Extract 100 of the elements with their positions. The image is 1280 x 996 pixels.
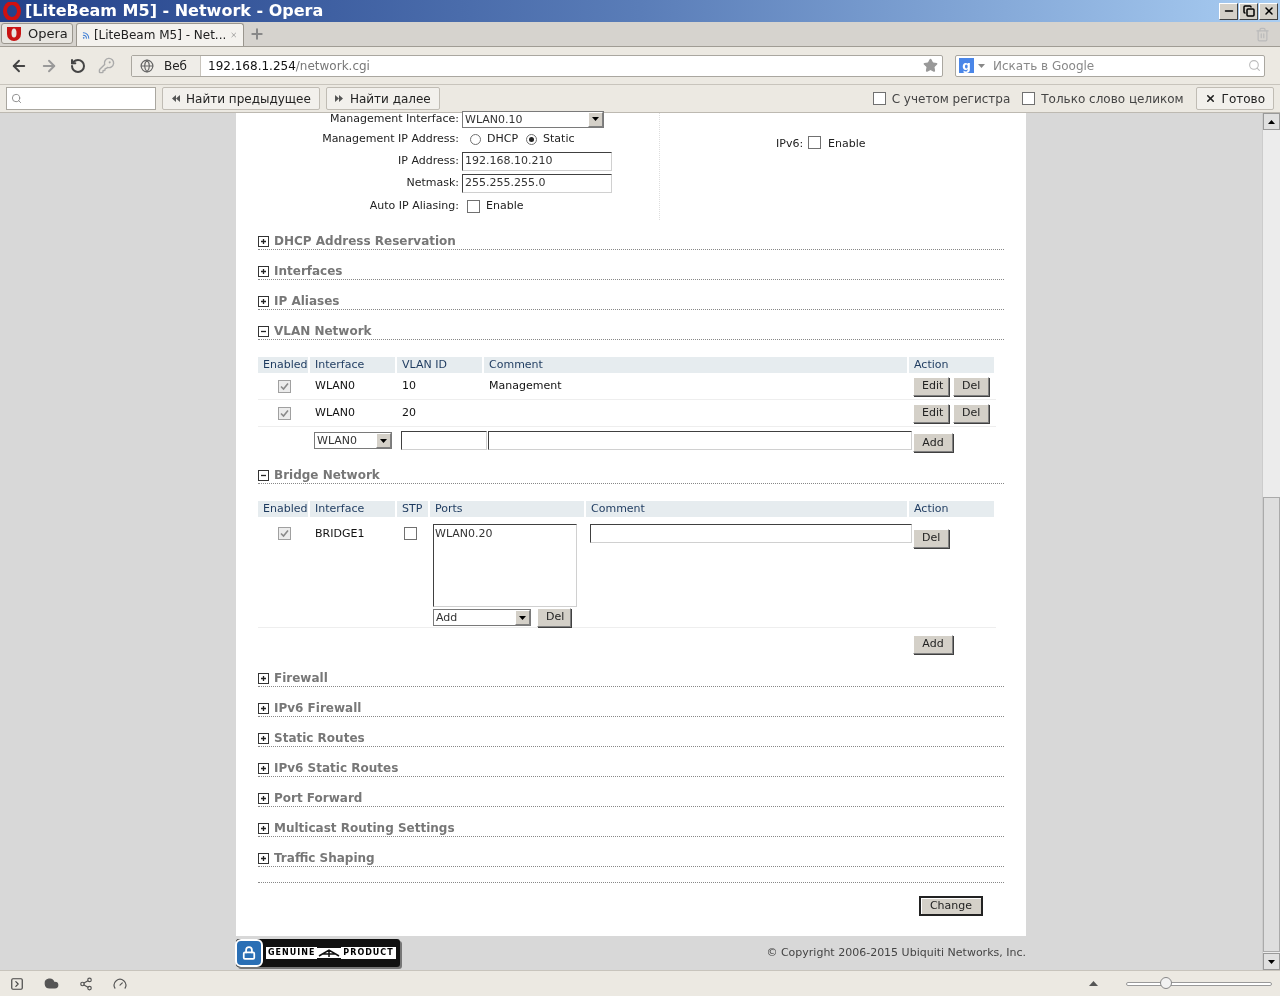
input-field[interactable]	[590, 524, 912, 543]
minimize-button[interactable]	[1219, 2, 1238, 20]
collapse-icon[interactable]	[258, 469, 269, 481]
checkbox[interactable]	[467, 200, 480, 213]
section-title[interactable]: DHCP Address Reservation	[274, 232, 456, 250]
checkbox[interactable]	[404, 527, 417, 540]
section-title[interactable]: IPv6 Static Routes	[274, 759, 399, 777]
rewind-icon	[171, 95, 180, 102]
radio-label: DHCP	[487, 130, 519, 147]
close-button[interactable]	[1259, 2, 1278, 20]
checkbox[interactable]	[277, 379, 291, 393]
section-title[interactable]: IPv6 Firewall	[274, 699, 362, 717]
bookmark-star-icon[interactable]	[923, 58, 938, 73]
view-toggle-icon[interactable]	[1089, 981, 1098, 986]
button[interactable]: Edit	[913, 403, 949, 423]
button[interactable]: Add	[913, 433, 953, 453]
dropdown[interactable]: WLAN0	[314, 432, 392, 449]
checkbox[interactable]	[277, 406, 291, 420]
button[interactable]: Del	[537, 608, 571, 627]
checkbox[interactable]	[1022, 92, 1036, 105]
button[interactable]: Del	[913, 528, 949, 548]
radio-button[interactable]	[470, 133, 481, 145]
button[interactable]: Add	[913, 635, 953, 654]
list-item[interactable]: WLAN0.20	[435, 526, 575, 543]
section-title[interactable]: Firewall	[274, 669, 328, 687]
radio-button[interactable]	[526, 133, 538, 145]
expand-icon[interactable]	[258, 762, 269, 774]
field-label: Auto IP Aliasing:	[368, 198, 460, 215]
done-button[interactable]: Готово	[1195, 87, 1274, 110]
find-field[interactable]	[6, 87, 156, 110]
scrollbar[interactable]	[1262, 113, 1280, 970]
dropdown[interactable]: WLAN0.10	[462, 110, 604, 128]
field-label: IPv6:	[776, 136, 804, 152]
field-label: IP Address:	[397, 152, 460, 169]
checkbox[interactable]	[277, 527, 291, 540]
section-title[interactable]: Multicast Routing Settings	[274, 819, 455, 837]
slider-thumb[interactable]	[1159, 976, 1172, 989]
close-icon	[1204, 93, 1216, 104]
expand-icon[interactable]	[258, 852, 269, 864]
forward-icon	[334, 95, 344, 102]
button[interactable]: Del	[953, 403, 989, 423]
find-previous-button[interactable]: Найти предыдущее	[162, 87, 320, 110]
scroll-thumb[interactable]	[1263, 497, 1280, 952]
site-label: Веб	[164, 57, 188, 75]
lock-icon	[242, 946, 256, 960]
expand-icon[interactable]	[258, 822, 269, 834]
scroll-up-icon[interactable]	[1263, 113, 1280, 130]
button[interactable]: Del	[953, 376, 989, 396]
radio-label: Static	[543, 130, 575, 147]
opera-logo-icon	[6, 26, 22, 41]
globe-icon	[140, 58, 154, 73]
expand-icon[interactable]	[258, 672, 269, 684]
table-cell-text: WLAN0	[314, 404, 356, 421]
input-field[interactable]	[401, 431, 487, 450]
port-list[interactable]: WLAN0.20	[433, 524, 577, 607]
expand-icon[interactable]	[258, 792, 269, 804]
url-text: 192.168.1.254/network.cgi	[207, 57, 370, 75]
opera-menu-button[interactable]: Opera	[1, 23, 73, 44]
expand-icon[interactable]	[258, 235, 269, 247]
expand-icon[interactable]	[258, 295, 269, 307]
dropdown[interactable]: Add	[433, 609, 531, 626]
section-title[interactable]: Static Routes	[274, 729, 365, 747]
cloud-icon[interactable]	[44, 976, 59, 991]
section-title[interactable]: Bridge Network	[274, 466, 380, 484]
table-cell-text: BRIDGE1	[314, 526, 366, 542]
section-title[interactable]: VLAN Network	[274, 322, 372, 340]
expand-icon[interactable]	[258, 732, 269, 744]
checkbox-label: Enable	[486, 198, 524, 215]
gauge-icon[interactable]	[113, 976, 127, 991]
expand-icon[interactable]	[258, 265, 269, 277]
input-field[interactable]	[488, 431, 912, 450]
table-cell-text: 20	[401, 404, 417, 421]
input-field[interactable]: 192.168.10.210	[462, 151, 612, 171]
search-engine-logo[interactable]: g	[959, 58, 974, 73]
checkbox[interactable]	[808, 136, 822, 149]
checkbox[interactable]	[872, 92, 886, 105]
browser-tab[interactable]: [LiteBeam M5] - Net...	[75, 23, 244, 46]
button[interactable]: Edit	[913, 376, 949, 396]
expand-icon[interactable]	[258, 702, 269, 714]
find-next-button[interactable]: Найти далее	[325, 87, 440, 110]
input-field[interactable]: 255.255.255.0	[462, 174, 612, 193]
opera-logo-icon	[3, 2, 21, 20]
section-title[interactable]: Traffic Shaping	[274, 849, 375, 867]
address-field[interactable]: Веб 192.168.1.254/network.cgi	[131, 54, 943, 77]
option-label: Только слово целиком	[1041, 90, 1184, 108]
share-icon[interactable]	[79, 976, 93, 991]
section-title[interactable]: IP Aliases	[274, 292, 340, 310]
section-title[interactable]: Interfaces	[274, 262, 343, 280]
reload-icon[interactable]	[70, 57, 86, 74]
section-title[interactable]: Port Forward	[274, 789, 363, 807]
change-button[interactable]: Change	[918, 896, 983, 916]
column-header: Comment	[484, 357, 907, 373]
collapse-icon[interactable]	[258, 325, 269, 337]
column-header: Interface	[310, 357, 395, 373]
restore-button[interactable]	[1239, 2, 1258, 20]
scroll-down-icon[interactable]	[1263, 953, 1280, 970]
column-header: Action	[909, 501, 994, 517]
search-field[interactable]: g Искать в Google	[955, 54, 1265, 77]
column-header: Enabled	[258, 357, 308, 373]
panel-toggle-icon[interactable]	[10, 976, 24, 991]
